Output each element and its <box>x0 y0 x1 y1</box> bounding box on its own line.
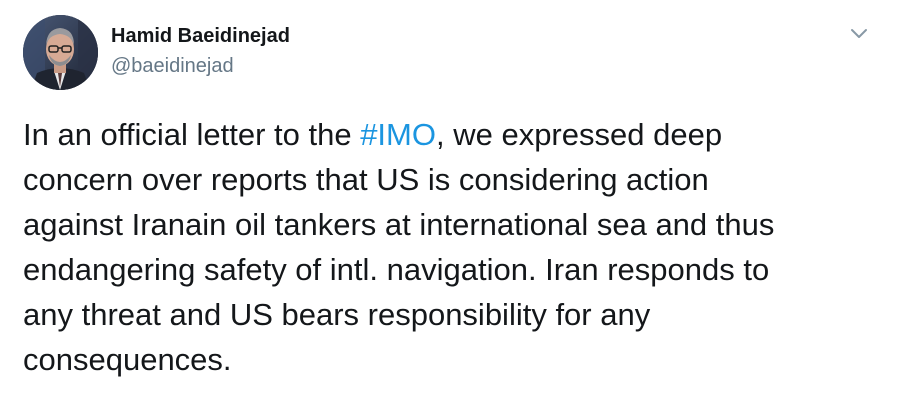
tweet-card: Hamid Baeidinejad @baeidinejad In an off… <box>0 0 897 402</box>
tweet-line: concern over reports that US is consider… <box>23 162 709 197</box>
author-avatar[interactable] <box>23 15 98 90</box>
tweet-text-segment: , we expressed deep <box>435 117 723 152</box>
tweet-line: consequences. <box>23 342 232 377</box>
tweet-line: In an official letter to the #IMO, we ex… <box>23 112 883 157</box>
avatar-image <box>23 15 98 90</box>
hashtag-link[interactable]: #IMO <box>360 117 436 152</box>
tweet-line: any threat and US bears responsibility f… <box>23 297 651 332</box>
tweet-text: In an official letter to the #IMO, we ex… <box>23 112 883 382</box>
tweet-line: endangering safety of intl. navigation. … <box>23 252 770 287</box>
tweet-line: against Iranain oil tankers at internati… <box>23 207 775 242</box>
author-handle[interactable]: @baeidinejad <box>111 55 234 78</box>
chevron-down-icon[interactable] <box>846 24 872 44</box>
author-name[interactable]: Hamid Baeidinejad <box>111 25 290 48</box>
tweet-text-segment: In an official letter to the <box>23 117 361 152</box>
